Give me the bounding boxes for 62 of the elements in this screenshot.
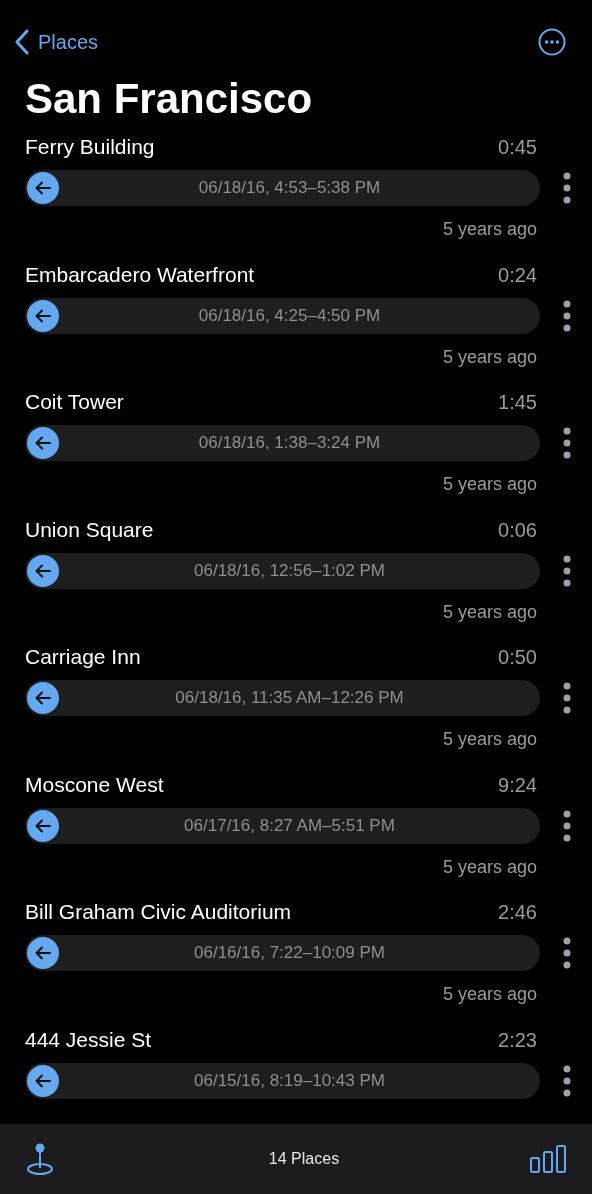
arrow-left-icon[interactable] xyxy=(27,809,59,842)
arrow-left-icon[interactable] xyxy=(27,1064,59,1097)
visit-time-range: 06/18/16, 11:35 AM–12:26 PM xyxy=(174,687,405,710)
duration: 2:23 xyxy=(498,1027,537,1053)
more-vertical-icon[interactable] xyxy=(563,1064,571,1097)
more-icon[interactable] xyxy=(538,28,566,56)
arrow-left-icon[interactable] xyxy=(27,299,59,332)
location-pin-icon[interactable] xyxy=(26,1142,54,1176)
places-count: 14 Places xyxy=(268,1149,340,1169)
duration: 9:24 xyxy=(498,772,537,798)
relative-time: 5 years ago xyxy=(442,473,537,497)
place-name: Moscone West xyxy=(25,771,164,798)
relative-time: 5 years ago xyxy=(442,855,537,879)
visit-time-range: 06/15/16, 8:19–10:43 PM xyxy=(193,1069,386,1092)
relative-time: 5 years ago xyxy=(442,600,537,624)
visit-bar[interactable]: 06/17/16, 8:27 AM–5:51 PM xyxy=(25,807,540,844)
back-button[interactable]: Places xyxy=(14,27,99,57)
bar-chart-icon[interactable] xyxy=(530,1145,566,1173)
visit-time-range: 06/18/16, 4:53–5:38 PM xyxy=(197,177,382,200)
more-vertical-icon[interactable] xyxy=(563,427,571,460)
visit-time-range: 06/18/16, 1:38–3:24 PM xyxy=(197,432,382,455)
more-vertical-icon[interactable] xyxy=(563,554,571,587)
visit-time-range: 06/18/16, 4:25–4:50 PM xyxy=(197,304,382,327)
duration: 0:45 xyxy=(498,135,537,161)
more-vertical-icon[interactable] xyxy=(563,937,571,970)
relative-time: 5 years ago xyxy=(442,345,537,369)
visit-bar[interactable]: 06/18/16, 12:56–1:02 PM xyxy=(25,552,540,589)
visit-bar[interactable]: 06/18/16, 4:25–4:50 PM xyxy=(25,297,540,334)
visit-bar[interactable]: 06/16/16, 7:22–10:09 PM xyxy=(25,935,540,972)
arrow-left-icon[interactable] xyxy=(27,554,59,587)
visit-bar[interactable]: 06/15/16, 8:19–10:43 PM xyxy=(25,1062,540,1099)
relative-time: 5 years ago xyxy=(442,983,537,1007)
arrow-left-icon[interactable] xyxy=(27,427,59,460)
place-name: Coit Tower xyxy=(25,389,124,416)
duration: 0:06 xyxy=(498,517,537,543)
visit-time-range: 06/16/16, 7:22–10:09 PM xyxy=(193,942,386,965)
duration: 1:45 xyxy=(498,390,537,416)
more-vertical-icon[interactable] xyxy=(563,172,571,205)
visit-bar[interactable]: 06/18/16, 11:35 AM–12:26 PM xyxy=(25,680,540,717)
relative-time: 5 years ago xyxy=(442,218,537,242)
place-name: 444 Jessie St xyxy=(25,1026,152,1053)
visit-bar[interactable]: 06/18/16, 4:53–5:38 PM xyxy=(25,170,540,207)
place-name: Bill Graham Civic Auditorium xyxy=(25,899,292,926)
place-name: Ferry Building xyxy=(25,134,155,161)
arrow-left-icon[interactable] xyxy=(27,937,59,970)
relative-time: 5 years ago xyxy=(442,728,537,752)
arrow-left-icon[interactable] xyxy=(27,682,59,715)
chevron-left-icon xyxy=(14,29,30,55)
page-title: San Francisco xyxy=(24,76,314,123)
place-name: Embarcadero Waterfront xyxy=(25,261,255,288)
duration: 2:46 xyxy=(498,900,537,926)
more-vertical-icon[interactable] xyxy=(563,682,571,715)
duration: 0:50 xyxy=(498,645,537,671)
arrow-left-icon[interactable] xyxy=(27,172,59,205)
visit-time-range: 06/17/16, 8:27 AM–5:51 PM xyxy=(183,814,396,837)
visit-time-range: 06/18/16, 12:56–1:02 PM xyxy=(193,559,386,582)
visit-bar[interactable]: 06/18/16, 1:38–3:24 PM xyxy=(25,425,540,462)
more-vertical-icon[interactable] xyxy=(563,299,571,332)
duration: 0:24 xyxy=(498,262,537,288)
more-vertical-icon[interactable] xyxy=(563,809,571,842)
place-name: Carriage Inn xyxy=(25,644,141,671)
place-name: Union Square xyxy=(25,516,154,543)
